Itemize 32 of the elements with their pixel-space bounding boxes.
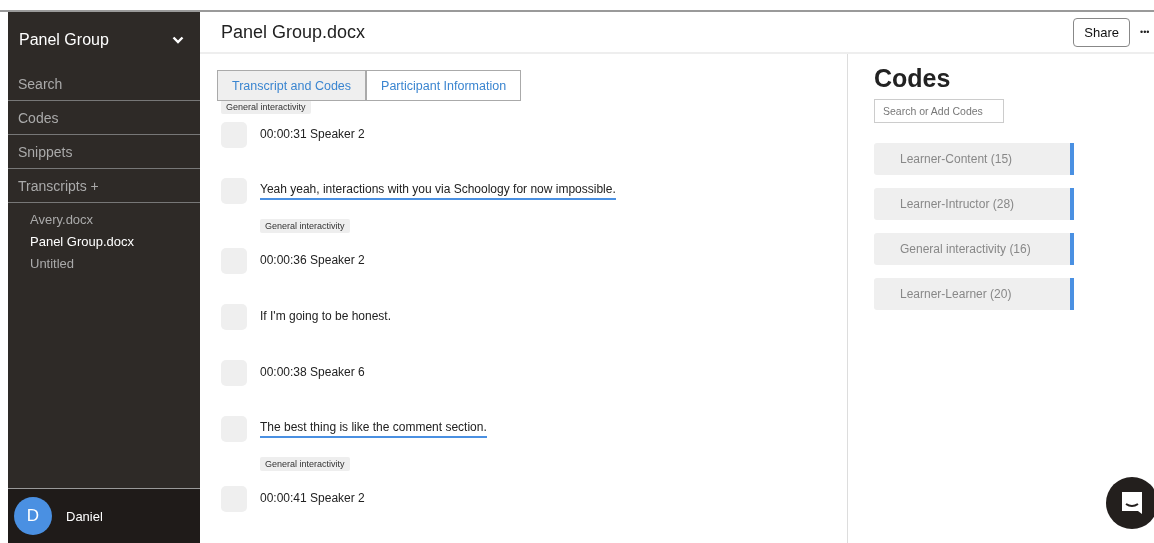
codes-heading: Codes (874, 64, 952, 93)
transcript-line: 00:00:31 Speaker 2 (260, 126, 365, 143)
file-item[interactable]: Panel Group.docx (30, 231, 200, 253)
code-item[interactable]: Learner-Content (15) (874, 143, 1074, 175)
file-item[interactable]: Avery.docx (30, 209, 200, 231)
transcript-line: 00:00:36 Speaker 2 (260, 252, 365, 269)
more-button[interactable]: ••• (1140, 27, 1154, 37)
chat-icon[interactable] (1106, 477, 1154, 529)
nav-item[interactable]: Snippets (8, 135, 200, 169)
transcript-line: 00:00:38 Speaker 6 (260, 364, 365, 381)
code-item[interactable]: Learner-Learner (20) (874, 278, 1074, 310)
code-item[interactable]: Learner-Intructor (28) (874, 188, 1074, 220)
project-title: Panel Group (19, 30, 109, 49)
code-tag: General interactivity (260, 457, 350, 471)
nav-item[interactable]: Transcripts + (8, 169, 200, 203)
share-button[interactable]: Share (1073, 17, 1130, 47)
tab[interactable]: Participant Information (366, 70, 522, 101)
file-item[interactable]: Untitled (30, 253, 200, 275)
code-item[interactable]: General interactivity (16) (874, 233, 1074, 265)
document-title: Panel Group.docx (221, 21, 367, 43)
code-tag: General interactivity (260, 219, 350, 233)
nav-item[interactable]: Codes (8, 101, 200, 135)
avatar[interactable]: D (14, 497, 52, 535)
transcript-line: If I'm going to be honest. (260, 308, 392, 325)
transcript-line: The best thing is like the comment section. (260, 419, 487, 438)
transcript-line: 00:00:41 Speaker 2 (260, 490, 365, 507)
code-search-field[interactable]: Search or Add Codes (874, 99, 1004, 123)
user-name: Daniel (66, 508, 103, 524)
chevron-down-icon[interactable] (172, 35, 184, 44)
tab[interactable]: Transcript and Codes (217, 70, 367, 101)
nav-item[interactable]: Search (8, 67, 200, 101)
transcript-line: Yeah yeah, interactions with you via Schoology for now impossible. (260, 181, 616, 200)
